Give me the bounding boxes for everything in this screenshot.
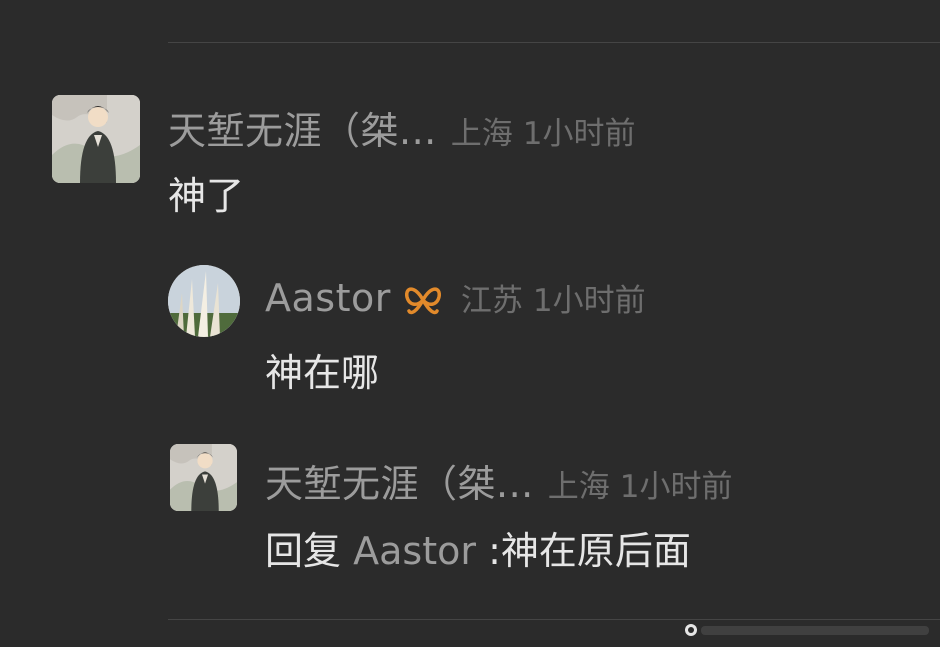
reply-prefix: 回复 [265, 529, 342, 573]
reply-body: :神在原后面 [488, 529, 691, 573]
bottom-divider [168, 619, 940, 620]
comment-text: 神了 [168, 174, 245, 218]
reply-to-name[interactable]: Aastor [353, 529, 476, 573]
timestamp: 1小时前 [522, 116, 636, 152]
comment-meta: 天堑无涯（桀... 上海 1小时前 [265, 453, 732, 508]
comment-meta: Aastor 江苏 1小时前 [265, 275, 646, 320]
timestamp: 1小时前 [619, 469, 733, 505]
butterfly-badge-icon [403, 283, 443, 317]
avatar[interactable] [170, 444, 237, 511]
timestamp: 1小时前 [532, 283, 646, 319]
comment-meta: 天堑无涯（桀... 上海 1小时前 [168, 100, 635, 155]
location-label: 上海 [450, 116, 513, 152]
comment-text: 回复 Aastor :神在原后面 [265, 520, 691, 575]
watermark-strip [683, 622, 933, 638]
comment-text: 神在哪 [265, 351, 380, 395]
avatar[interactable] [52, 95, 140, 183]
avatar[interactable] [168, 265, 240, 337]
author-name[interactable]: 天堑无涯（桀... [265, 453, 534, 508]
location-label: 上海 [547, 469, 610, 505]
author-name[interactable]: 天堑无涯（桀... [168, 100, 437, 155]
top-divider [168, 42, 940, 43]
author-name[interactable]: Aastor [265, 276, 391, 320]
location-label: 江苏 [460, 283, 523, 319]
